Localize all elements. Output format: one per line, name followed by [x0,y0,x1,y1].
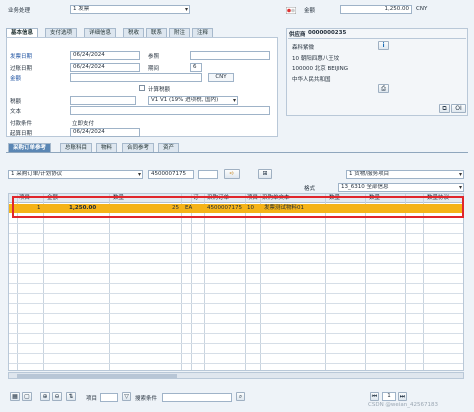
watermark: CSDN @weian_42567183 [368,402,438,408]
tab-details[interactable]: 详细信息 [84,28,117,37]
tax-code-select[interactable]: V1 V1 (19% 进项税, 国内) [148,96,238,105]
tab-contact[interactable]: 联系 [146,28,168,37]
scrollbar-thumb[interactable] [17,374,177,378]
vendor-line-4: 中华人民共和国 [292,77,331,83]
footer-btn-2[interactable]: ▢ [22,392,32,401]
tab-basic[interactable]: 基本信息 [6,28,39,37]
first-page-icon: ⏮ [371,393,378,400]
search-icon: ⌕ [238,393,243,400]
amount-header-label: 金额 [304,8,316,14]
reference-field[interactable] [190,51,270,60]
vendor-line-2: 10 朝阳四惠八王坟 [292,56,340,62]
reference-label: 参照 [148,54,160,60]
vendor-print-button[interactable]: ⎙ [378,84,389,93]
page-field[interactable]: 1 [382,392,396,401]
filter-icon: ▽ [124,393,129,400]
footer-btn-4[interactable]: ⊖ [52,392,62,401]
page-last-button[interactable]: ⏭ [398,392,407,401]
calc-tax-label: 计算税额 [148,87,171,93]
layout-select[interactable]: 13_6310 全部信息 [338,183,464,192]
po-number-field[interactable]: 4500007175 [148,170,194,179]
select-all-icon: ▦ [12,393,18,400]
item-category-select[interactable]: 1 货物/服务项目 [346,170,464,179]
amount-currency: CNY [208,73,234,82]
tab-notes[interactable]: 附注 [169,28,191,37]
delete-row-icon: ⊖ [54,393,60,400]
tax-amount-field[interactable] [70,96,136,105]
tab-asset[interactable]: 资产 [158,143,180,152]
footer-btn-1[interactable]: ▦ [10,392,20,401]
footer-btn-3[interactable]: ⊕ [40,392,50,401]
tab-payment[interactable]: 支付选项 [45,28,78,37]
transaction-label: 业务处理 [8,8,31,14]
reference-type-select[interactable]: 1 采购订单/计划协议 [8,170,143,179]
po-structure-button[interactable]: ⊞ [258,169,272,179]
row-highlight-box [12,196,464,218]
grid-scrollbar[interactable] [8,372,464,379]
last-page-icon: ⏭ [399,393,406,400]
text-field[interactable] [70,106,270,115]
baseline-date-label: 起算日期 [10,131,33,137]
tab-gl-account[interactable]: 总账科目 [60,143,93,152]
oi-icon: OI [455,105,462,112]
invoice-date-field[interactable]: 06/24/2024 [70,51,140,60]
po-transfer-button[interactable]: ➪ [224,169,240,179]
tab-material[interactable]: 物料 [96,143,118,152]
vendor-oi-button[interactable]: OI [451,104,466,113]
invoice-date-label: 发票日期 [10,54,33,60]
tab-po-reference[interactable]: 采购订单参考 [8,143,52,152]
hierarchy-icon: ⊞ [262,170,268,177]
payment-cond-label: 付款条件 [10,121,33,127]
currency-header: CNY [416,6,428,12]
open-icon: ⧉ [442,105,447,112]
payment-cond-value: 立即支付 [72,121,95,127]
posting-date-field[interactable]: 06/24/2024 [70,63,140,72]
tax-label: 税额 [10,99,22,105]
amount-field[interactable] [70,73,202,82]
vendor-line-1: 森科紫微 [292,45,315,51]
text-label: 文本 [10,109,22,115]
tab-comments[interactable]: 注释 [192,28,214,37]
status-light-icon [285,6,297,15]
vendor-open-button[interactable]: ⧉ [439,104,450,113]
page-first-button[interactable]: ⏮ [370,392,379,401]
insert-row-icon: ⊕ [42,393,48,400]
footer-item-field[interactable] [100,393,118,402]
arrow-right-icon: ➪ [229,170,235,177]
tab-contract-reference[interactable]: 合同参考 [122,143,155,152]
footer-filter-button[interactable]: ▽ [122,392,131,401]
footer-search-field[interactable] [162,393,232,402]
item-grid: 项目 金额 数量 订 采购订单 项目 采购单文本 数量 数量 数量协议 1 1,… [8,193,464,371]
po-item-field[interactable] [198,170,218,179]
footer-search-label: 搜索条件 [135,396,158,402]
vendor-title: 供应商 [289,32,306,38]
baseline-date-field[interactable]: 06/24/2024 [70,128,140,137]
printer-icon: ⎙ [381,85,386,92]
period-field[interactable]: 6 [190,63,202,72]
layout-label: 格式 [304,186,316,192]
footer-item-label: 项目 [86,396,98,402]
vendor-divider [288,38,466,39]
vendor-info-button[interactable]: i [378,41,389,50]
amount-label: 金额 [10,76,22,82]
tab-tax[interactable]: 税收 [123,28,145,37]
calc-tax-checkbox[interactable] [139,85,145,91]
info-icon: i [382,42,385,49]
period-label: 期间 [148,66,160,72]
vendor-number: 0000000235 [308,30,347,36]
footer-btn-5[interactable]: ⇅ [66,392,76,401]
deselect-icon: ▢ [24,393,30,400]
footer-search-button[interactable]: ⌕ [236,392,245,401]
sort-icon: ⇅ [68,393,74,400]
posting-date-label: 过账日期 [10,66,33,72]
amount-header-value[interactable]: 1,250.00 [340,5,412,14]
vendor-line-3: 100000 北京 BEIJING [292,66,348,72]
vendor-panel [286,28,468,116]
transaction-select[interactable]: 1 发票 [70,5,190,14]
